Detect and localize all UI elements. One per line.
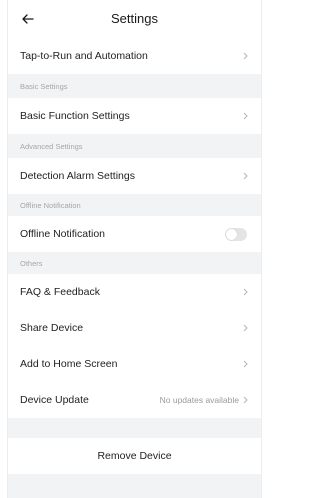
device-update-label: Device Update bbox=[20, 394, 89, 406]
page-title: Settings bbox=[111, 11, 158, 26]
chevron-right-icon bbox=[242, 287, 249, 297]
detection-alarm-settings-label: Detection Alarm Settings bbox=[20, 170, 135, 182]
add-to-home-screen-row[interactable]: Add to Home Screen bbox=[8, 346, 261, 382]
bottom-spacer bbox=[8, 474, 261, 488]
tap-to-run-label: Tap-to-Run and Automation bbox=[20, 50, 148, 62]
toggle-knob bbox=[226, 228, 237, 240]
chevron-right-icon bbox=[242, 171, 249, 181]
section-header-offline: Offline Notification bbox=[8, 194, 261, 216]
update-status-text: No updates available bbox=[159, 395, 239, 405]
chevron-right-icon bbox=[242, 359, 249, 369]
settings-screen: Settings Tap-to-Run and Automation Basic… bbox=[7, 0, 262, 498]
share-device-row[interactable]: Share Device bbox=[8, 310, 261, 346]
section-header-advanced: Advanced Settings bbox=[8, 134, 261, 158]
device-update-row[interactable]: Device Update No updates available bbox=[8, 382, 261, 418]
chevron-right-icon bbox=[242, 111, 249, 121]
chevron-right-icon bbox=[242, 323, 249, 333]
add-to-home-screen-label: Add to Home Screen bbox=[20, 358, 118, 370]
chevron-right-icon bbox=[242, 395, 249, 405]
section-header-basic: Basic Settings bbox=[8, 74, 261, 98]
spacer bbox=[8, 418, 261, 438]
header-bar: Settings bbox=[8, 0, 261, 38]
tap-to-run-row[interactable]: Tap-to-Run and Automation bbox=[8, 38, 261, 74]
detection-alarm-settings-row[interactable]: Detection Alarm Settings bbox=[8, 158, 261, 194]
offline-notification-row: Offline Notification bbox=[8, 216, 261, 252]
share-device-label: Share Device bbox=[20, 322, 84, 334]
offline-notification-toggle[interactable] bbox=[225, 227, 247, 241]
basic-function-settings-label: Basic Function Settings bbox=[20, 110, 130, 122]
basic-function-settings-row[interactable]: Basic Function Settings bbox=[8, 98, 261, 134]
chevron-right-icon bbox=[242, 51, 249, 61]
faq-feedback-label: FAQ & Feedback bbox=[20, 286, 100, 298]
offline-notification-label: Offline Notification bbox=[20, 228, 106, 240]
faq-feedback-row[interactable]: FAQ & Feedback bbox=[8, 274, 261, 310]
remove-device-button[interactable]: Remove Device bbox=[8, 438, 261, 474]
section-header-others: Others bbox=[8, 252, 261, 274]
